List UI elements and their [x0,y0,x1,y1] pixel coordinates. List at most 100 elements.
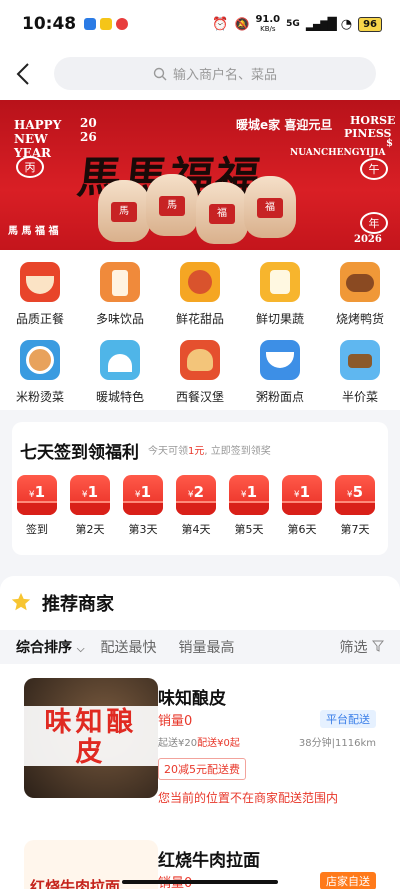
search-placeholder: 输入商户名、菜品 [172,68,277,83]
shop-name: 味知酿皮 [158,689,226,709]
app-notification-icon [116,18,129,30]
category-label: 烧烤鸭货 [335,312,384,326]
horse-icon [340,340,380,380]
red-envelope-icon: ¥1 [229,475,269,515]
back-button[interactable] [0,48,46,100]
category-label: 品质正餐 [15,312,64,326]
signin-day[interactable]: ¥1 第2天 [70,475,110,537]
chevron-down-icon: ⌵ [76,644,85,655]
signin-day[interactable]: ¥1 第6天 [282,475,322,537]
category-label: 粥粉面点 [255,390,304,404]
banner-seal-right: 午 [360,158,388,180]
status-time: 10:48 [22,14,77,34]
search-input[interactable]: 输入商户名、菜品 [54,57,376,90]
sort-comprehensive[interactable]: 综合排序 ⌵ [16,637,84,657]
star-icon [11,592,31,611]
shop-thumbnail: 味知酿皮 [24,678,158,798]
banner-year-top: 20 [80,116,97,130]
signin-day[interactable]: ¥1 第3天 [123,475,163,537]
signin-day[interactable]: ¥5 第7天 [335,475,375,537]
dessert-icon [180,262,220,302]
red-envelope-icon: ¥5 [335,475,375,515]
notification-icons [84,18,129,30]
category-item[interactable]: 暖城特色 [80,340,160,405]
wifi-icon: ◔ [340,16,353,32]
battery-indicator: 96 [358,16,382,32]
banner-side-text: 馬 馬 福 福 [8,226,59,237]
category-label: 半价菜 [341,390,378,404]
horse-figure: 福 [244,176,296,238]
top-header: 输入商户名、菜品 [0,48,400,100]
signal-label: 5G [286,19,300,29]
banner-slogan: 暖城e家 喜迎元旦 [236,118,333,132]
banner-year: 2026 [354,234,382,245]
promo-badge: 20减5元配送费 [158,758,246,780]
bbq-icon [340,262,380,302]
shop-card[interactable]: 味知酿皮 味知酿皮 销量0 平台配送 起送¥20配送¥0起 38分钟|1116k… [12,666,388,824]
shop-sales: 销量0 [158,714,193,729]
signin-day[interactable]: ¥1 第5天 [229,475,269,537]
category-item[interactable]: 西餐汉堡 [160,340,240,405]
category-grid: 品质正餐 多味饮品 鲜花甜品 鲜切果蔬 烧烤鸭货 米粉烫菜 暖城特色 西餐汉堡 … [0,250,400,410]
category-label: 多味饮品 [95,312,144,326]
signin-subtitle[interactable]: 今天可领1元, 立即签到领奖 [148,442,271,457]
thumb-text: 味知酿皮 [44,707,138,768]
horse-figure: 福 [196,182,248,244]
search-icon [153,67,167,80]
dish-icon [20,262,60,302]
banner-pinyin: NUANCHENGYIJIA [290,148,386,158]
category-item[interactable]: 鲜切果蔬 [240,262,320,327]
signin-day[interactable]: ¥1 签到 [17,475,57,537]
red-envelope-icon: ¥1 [123,475,163,515]
delivery-tag: 平台配送 [320,710,376,728]
signin-rewards-card: 七天签到领福利 今天可领1元, 立即签到领奖 ¥1 签到 ¥1 第2天 ¥1 第3天 … [12,422,388,555]
category-label: 鲜花甜品 [175,312,224,326]
shop-name: 红烧牛肉拉面 [158,851,260,871]
fruit-icon [260,262,300,302]
app-notification-icon [84,18,97,30]
delivery-range-notice: 您当前的位置不在商家配送范围内 [158,791,339,805]
horse-figure: 馬 [98,180,150,242]
banner-dollar: $ [386,138,393,149]
horse-figure: 馬 [146,174,198,236]
category-item[interactable]: 烧烤鸭货 [320,262,400,327]
red-envelope-icon: ¥1 [70,475,110,515]
filter-icon [371,640,385,652]
category-item[interactable]: 多味饮品 [80,262,160,327]
signin-day[interactable]: ¥2 第4天 [176,475,216,537]
category-item[interactable]: 半价菜 [320,340,400,405]
shop-time-distance: 38分钟|1116km [298,738,376,749]
noodle-bowl-icon [20,340,60,380]
category-item[interactable]: 鲜花甜品 [160,262,240,327]
app-notification-icon [100,18,113,30]
sort-top-sales[interactable]: 销量最高 [178,637,234,657]
banner-piness: PINESS [344,127,392,140]
status-bar: 10:48 ⏰ 🔕 91.0 KB/s 5G ▂▄▆█ ◔ 96 [0,0,400,48]
category-label: 暖城特色 [95,390,144,404]
mute-icon: 🔕 [234,17,250,31]
banner-happy: HAPPY [14,118,62,132]
red-envelope-icon: ¥2 [176,475,216,515]
red-envelope-icon: ¥1 [282,475,322,515]
banner-horse: HORSE [350,114,396,127]
category-item[interactable]: 粥粉面点 [240,340,320,405]
chevron-left-icon [16,63,29,85]
category-label: 米粉烫菜 [15,390,64,404]
sort-bar: 综合排序 ⌵ 配送最快 销量最高 筛选 [0,630,400,664]
category-label: 西餐汉堡 [175,390,224,404]
thumb-text: 红烧牛肉拉面 [30,878,121,889]
category-item[interactable]: 米粉烫菜 [0,340,80,405]
porridge-icon [260,340,300,380]
category-item[interactable]: 品质正餐 [0,262,80,327]
delivery-tag: 店家自送 [320,872,376,889]
signal-icon: ▂▄▆█ [305,17,337,31]
filter-button[interactable]: 筛选 [340,637,385,657]
banner-seal-bottom: 年 [360,212,388,234]
promo-banner[interactable]: HAPPY 20 NEW 26 YEAR 丙 暖城e家 喜迎元旦 HORSE P… [0,100,400,250]
sort-fastest[interactable]: 配送最快 [100,637,156,657]
alarm-icon: ⏰ [212,16,229,32]
home-indicator[interactable] [122,880,278,884]
banner-new: NEW [14,132,48,146]
burger-icon [180,340,220,380]
shop-order-info: 起送¥20配送¥0起 [158,738,240,749]
